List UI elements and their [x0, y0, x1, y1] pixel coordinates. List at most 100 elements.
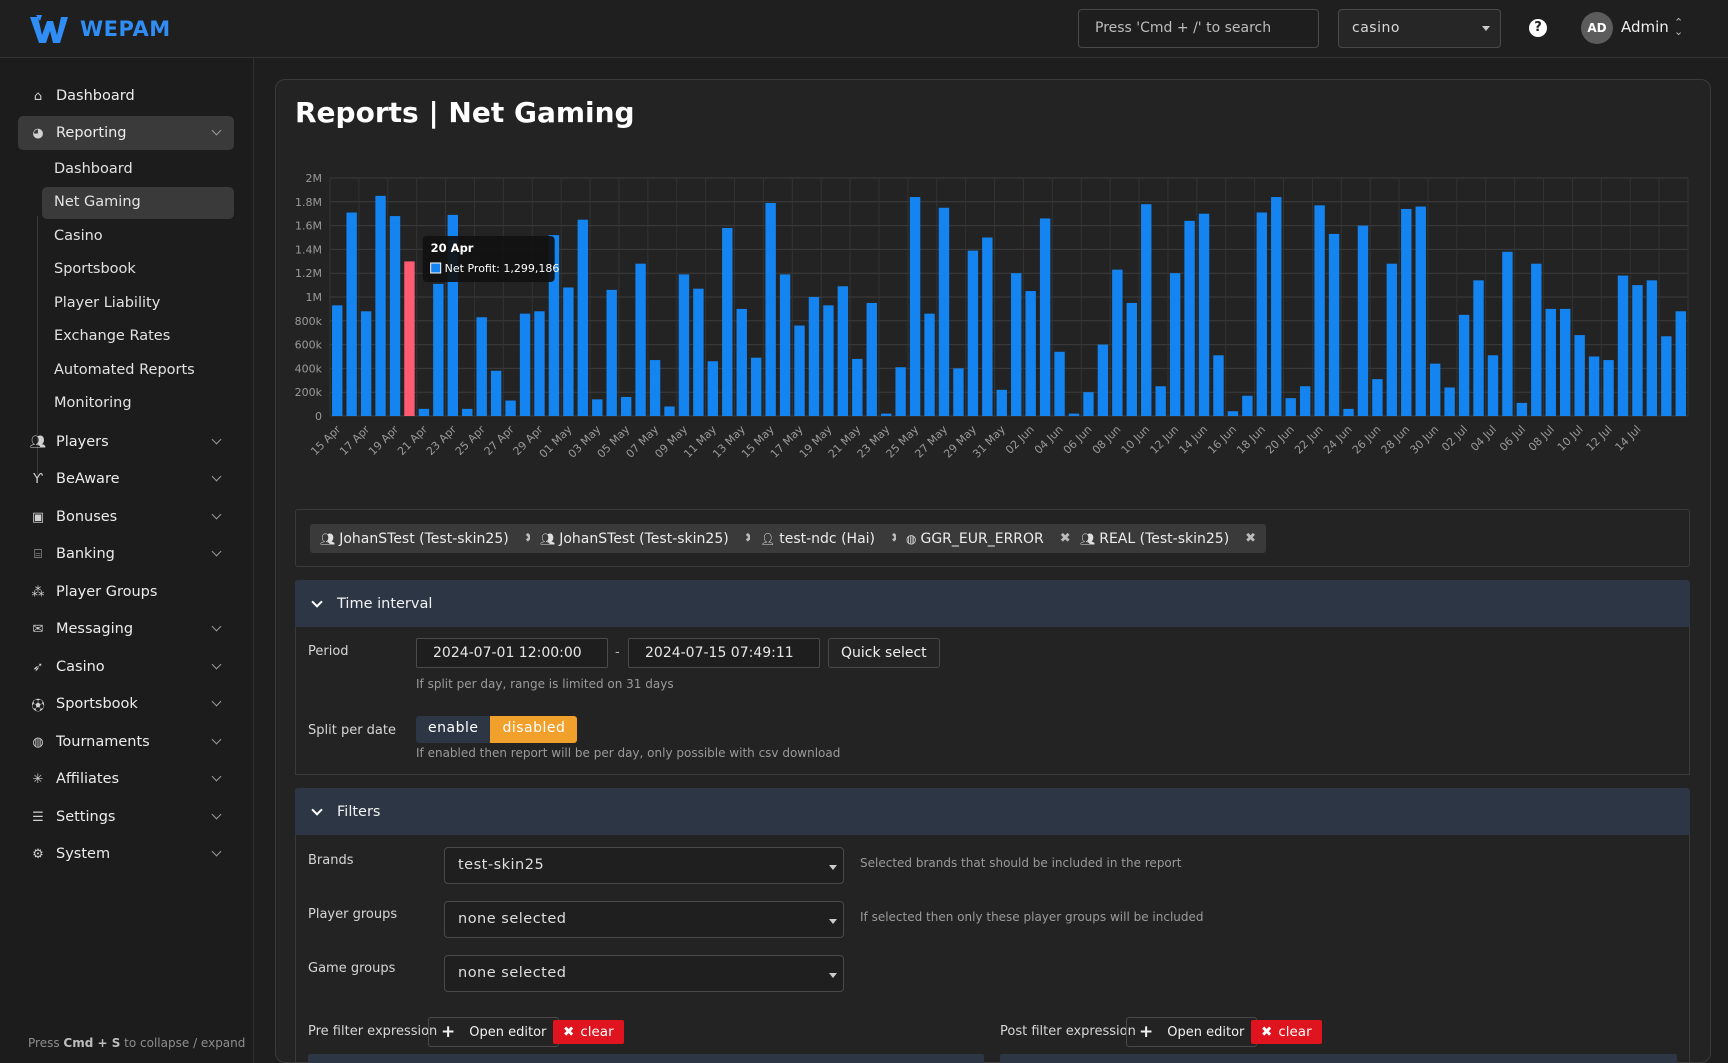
help-icon[interactable]: ?	[1529, 19, 1547, 37]
pre-filter-clear-button[interactable]: ✖ clear	[553, 1020, 624, 1044]
chart-bar	[1285, 398, 1296, 416]
chart-bar	[490, 370, 502, 416]
x-tick-label: 19 Apr	[366, 423, 401, 458]
split-enable-option[interactable]: enable	[416, 716, 491, 743]
chart-bar	[1126, 302, 1137, 416]
chart-bar	[635, 263, 646, 416]
chart-bar	[664, 406, 675, 416]
post-filter-open-editor-button[interactable]: + Open editor	[1126, 1017, 1258, 1047]
chart-bar	[924, 313, 935, 416]
x-tick-label: 26 Jun	[1350, 423, 1384, 457]
sidebar-item-reporting[interactable]: ◕ Reporting	[18, 116, 234, 150]
sidebar-item-beaware[interactable]: Ƴ BeAware	[18, 462, 234, 496]
chevron-down-icon	[211, 846, 222, 857]
sidebar-item-label: Sportsbook	[56, 696, 138, 712]
chart-bar	[967, 250, 979, 416]
chart-bar	[1328, 233, 1340, 416]
sidebar-item-label: Messaging	[56, 621, 134, 637]
y-tick-label: 600k	[295, 339, 323, 352]
sidebar-item-player-groups[interactable]: ⁂ Player Groups	[18, 575, 234, 609]
x-tick-label: 04 Jun	[1032, 423, 1066, 457]
chart-bar	[750, 357, 762, 416]
split-per-date-toggle: enable disabled	[416, 716, 578, 743]
caret-down-icon	[1482, 26, 1490, 31]
plus-icon: +	[1139, 1022, 1154, 1042]
y-tick-label: 400k	[295, 362, 323, 375]
chart-bar	[1516, 402, 1528, 416]
y-tick-label: 200k	[295, 386, 323, 399]
quick-select-button[interactable]: Quick select	[828, 638, 940, 668]
user-name[interactable]: Admin	[1621, 18, 1669, 36]
avatar[interactable]: AD	[1581, 12, 1613, 44]
chart-bar	[1169, 273, 1181, 416]
sidebar-item-casino[interactable]: ➶ Casino	[18, 650, 234, 684]
sidebar-item-messaging[interactable]: ✉ Messaging	[18, 612, 234, 646]
period-start-input[interactable]: 2024-07-01 12:00:00	[416, 638, 608, 668]
plus-icon: +	[441, 1022, 456, 1042]
filters-header[interactable]: Filters	[295, 788, 1690, 835]
chart-bar	[433, 283, 444, 416]
sidebar-subitem-monitoring[interactable]: Monitoring	[42, 388, 234, 420]
period-end-input[interactable]: 2024-07-15 07:49:11	[628, 638, 820, 668]
player-groups-select[interactable]: none selected	[444, 901, 844, 938]
sidebar-item-banking[interactable]: ⌸ Banking	[18, 537, 234, 571]
brand-select[interactable]: casino	[1338, 9, 1501, 48]
sidebar-subitem-exchange-rates[interactable]: Exchange Rates	[42, 321, 234, 353]
chart-bar	[1617, 275, 1629, 416]
app-logo[interactable]: WEPAM	[28, 12, 171, 46]
sidebar-item-sportsbook[interactable]: ⚽︎ Sportsbook	[18, 687, 234, 721]
sidebar-item-dashboard[interactable]: ⌂ Dashboard	[18, 79, 234, 113]
sidebar-item-settings[interactable]: ☰ Settings	[18, 800, 234, 834]
post-filter-clear-button[interactable]: ✖ clear	[1251, 1020, 1322, 1044]
pre-filter-open-editor-button[interactable]: + Open editor	[428, 1017, 560, 1047]
chevron-down-icon	[211, 621, 222, 632]
player-groups-hint: If selected then only these player group…	[860, 910, 1204, 924]
search-input[interactable]: Press 'Cmd + /' to search	[1078, 9, 1319, 48]
sidebar-item-affiliates[interactable]: ✳ Affiliates	[18, 762, 234, 796]
chart-bar	[606, 289, 617, 416]
chart-bar	[1458, 314, 1470, 416]
page-title: Reports | Net Gaming	[295, 96, 635, 129]
sidebar-item-tournaments[interactable]: ◍ Tournaments	[18, 725, 234, 759]
sidebar-subitem-casino[interactable]: Casino	[42, 221, 234, 253]
x-tick-label: 14 Jul	[1613, 423, 1644, 454]
updown-chevron-icon[interactable]: ⌃ ⌄	[1674, 17, 1683, 37]
sidebar-subitem-player-liability[interactable]: Player Liability	[42, 288, 234, 320]
sidebar-item-players[interactable]: 👥︎ Players	[18, 425, 234, 459]
time-interval-header[interactable]: Time interval	[295, 580, 1690, 627]
sidebar-item-bonuses[interactable]: ▣ Bonuses	[18, 500, 234, 534]
period-separator: -	[615, 645, 620, 660]
x-tick-label: 14 Jun	[1176, 423, 1210, 457]
chart-bar	[1011, 273, 1022, 416]
chart-bar	[404, 261, 415, 416]
y-tick-label: 2M	[306, 172, 323, 185]
chart-bar	[982, 237, 993, 416]
game-groups-select[interactable]: none selected	[444, 955, 844, 992]
chart-bar	[678, 274, 690, 416]
sidebar-subitem-automated-reports[interactable]: Automated Reports	[42, 355, 234, 387]
split-hint: If enabled then report will be per day, …	[416, 746, 841, 760]
filter-tag: 👥︎ REAL (Test-skin25) ✖	[1070, 524, 1267, 553]
x-tick-label: 12 Jun	[1148, 423, 1182, 457]
chart-bar	[1603, 360, 1614, 416]
chart-bar	[779, 274, 791, 416]
sidebar-subitem-dashboard[interactable]: Dashboard	[42, 154, 234, 186]
split-disabled-option[interactable]: disabled	[490, 716, 578, 743]
chart-bar	[1357, 225, 1369, 416]
chart-bar	[418, 408, 430, 416]
sidebar-subitem-net-gaming[interactable]: Net Gaming	[42, 187, 234, 219]
chart-bar	[476, 317, 487, 416]
close-icon: ✖	[1261, 1024, 1273, 1040]
chart-bar	[837, 286, 849, 416]
chart-bar	[1155, 386, 1166, 416]
branch-icon: Ƴ	[33, 471, 43, 487]
brands-select[interactable]: test-skin25	[444, 847, 844, 884]
sidebar-item-system[interactable]: ⚙︎ System	[18, 837, 234, 871]
close-icon[interactable]: ✖	[1245, 531, 1256, 546]
chart-bar	[1271, 197, 1282, 416]
chart-bar	[332, 305, 343, 416]
sidebar-subitem-sportsbook[interactable]: Sportsbook	[42, 254, 234, 286]
x-tick-label: 06 Jul	[1497, 423, 1528, 454]
chart-bar	[1198, 213, 1210, 416]
x-tick-label: 23 Apr	[424, 423, 459, 458]
